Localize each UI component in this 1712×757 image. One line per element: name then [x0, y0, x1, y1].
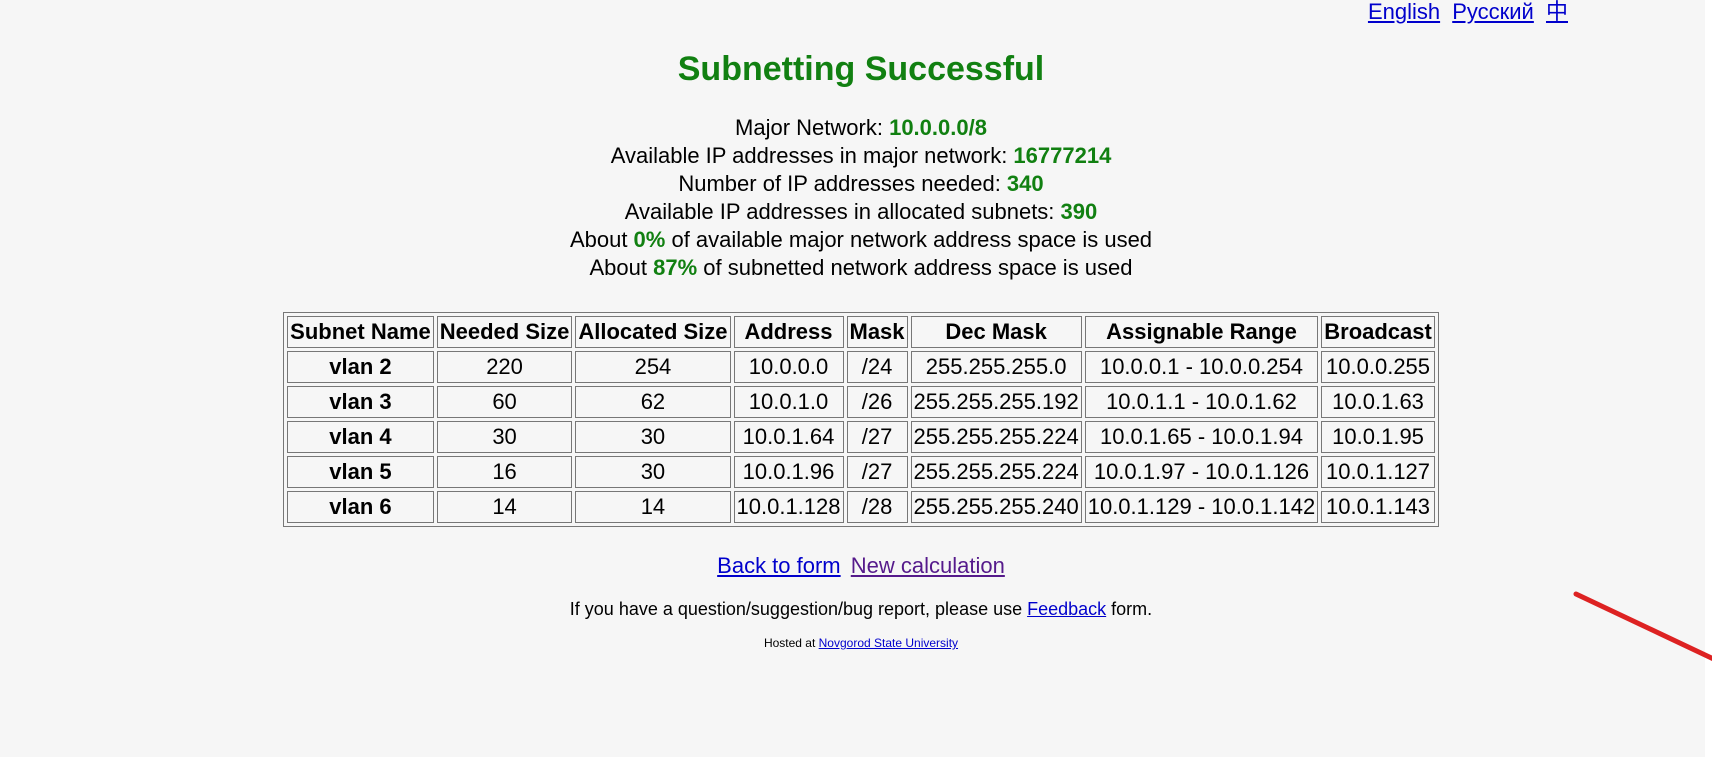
major-used-line: About 0% of available major network addr…	[0, 226, 1712, 254]
red-arrow-annotation	[1573, 591, 1712, 661]
available-allocated-value: 390	[1060, 199, 1098, 224]
subnetted-used-value: 87%	[653, 255, 698, 280]
subnetted-used-line: About 87% of subnetted network address s…	[0, 254, 1712, 282]
summary-stats: Major Network: 10.0.0.0/8 Available IP a…	[0, 114, 1712, 282]
cell-address: 10.0.1.96	[733, 456, 844, 488]
cell-allocated-size: 62	[575, 386, 731, 418]
cell-subnet-name: vlan 2	[287, 351, 434, 383]
cell-assignable-range: 10.0.1.65 - 10.0.1.94	[1084, 421, 1319, 453]
cell-subnet-name: vlan 4	[287, 421, 434, 453]
header-dec-mask: Dec Mask	[910, 316, 1082, 348]
cell-dec-mask: 255.255.255.0	[910, 351, 1082, 383]
feedback-link[interactable]: Feedback	[1027, 599, 1106, 619]
cell-broadcast: 10.0.1.95	[1321, 421, 1435, 453]
feedback-line: If you have a question/suggestion/bug re…	[0, 599, 1712, 620]
table-row: vlan 2 220 254 10.0.0.0 /24 255.255.255.…	[287, 351, 1435, 383]
header-broadcast: Broadcast	[1321, 316, 1435, 348]
header-mask: Mask	[846, 316, 908, 348]
cell-allocated-size: 14	[575, 491, 731, 523]
main-content: Subnetting Successful Major Network: 10.…	[0, 0, 1712, 650]
cell-mask: /28	[846, 491, 908, 523]
major-used-value: 0%	[633, 227, 666, 252]
cell-assignable-range: 10.0.0.1 - 10.0.0.254	[1084, 351, 1319, 383]
page: English Русский 中 Subnetting Successful …	[0, 0, 1712, 757]
new-calculation-link[interactable]: New calculation	[851, 553, 1005, 578]
available-allocated-line: Available IP addresses in allocated subn…	[0, 198, 1712, 226]
available-allocated-label: Available IP addresses in allocated subn…	[624, 199, 1061, 224]
needed-line: Number of IP addresses needed: 340	[0, 170, 1712, 198]
cell-mask: /26	[846, 386, 908, 418]
major-network-line: Major Network: 10.0.0.0/8	[0, 114, 1712, 142]
cell-needed-size: 16	[436, 456, 573, 488]
cell-assignable-range: 10.0.1.97 - 10.0.1.126	[1084, 456, 1319, 488]
header-address: Address	[733, 316, 844, 348]
cell-needed-size: 30	[436, 421, 573, 453]
cell-broadcast: 10.0.1.127	[1321, 456, 1435, 488]
cell-broadcast: 10.0.1.143	[1321, 491, 1435, 523]
subnetted-used-suffix: of subnetted network address space is us…	[697, 255, 1133, 280]
table-row: vlan 4 30 30 10.0.1.64 /27 255.255.255.2…	[287, 421, 1435, 453]
cell-subnet-name: vlan 3	[287, 386, 434, 418]
cell-broadcast: 10.0.0.255	[1321, 351, 1435, 383]
cell-broadcast: 10.0.1.63	[1321, 386, 1435, 418]
cell-dec-mask: 255.255.255.192	[910, 386, 1082, 418]
subnetted-used-prefix: About	[589, 255, 654, 280]
cell-dec-mask: 255.255.255.224	[910, 421, 1082, 453]
page-title: Subnetting Successful	[677, 50, 1045, 88]
cell-allocated-size: 254	[575, 351, 731, 383]
cell-address: 10.0.1.0	[733, 386, 844, 418]
header-subnet-name: Subnet Name	[287, 316, 434, 348]
available-major-line: Available IP addresses in major network:…	[0, 142, 1712, 170]
available-major-label: Available IP addresses in major network:	[610, 143, 1014, 168]
cell-address: 10.0.1.64	[733, 421, 844, 453]
cell-assignable-range: 10.0.1.1 - 10.0.1.62	[1084, 386, 1319, 418]
cell-allocated-size: 30	[575, 456, 731, 488]
table-header-row: Subnet Name Needed Size Allocated Size A…	[287, 316, 1435, 348]
table-row: vlan 3 60 62 10.0.1.0 /26 255.255.255.19…	[287, 386, 1435, 418]
major-used-suffix: of available major network address space…	[665, 227, 1153, 252]
feedback-suffix: form.	[1106, 599, 1153, 619]
header-allocated-size: Allocated Size	[575, 316, 731, 348]
header-needed-size: Needed Size	[436, 316, 573, 348]
cell-needed-size: 220	[436, 351, 573, 383]
table-row: vlan 5 16 30 10.0.1.96 /27 255.255.255.2…	[287, 456, 1435, 488]
cell-subnet-name: vlan 6	[287, 491, 434, 523]
cell-mask: /24	[846, 351, 908, 383]
cell-needed-size: 14	[436, 491, 573, 523]
table-row: vlan 6 14 14 10.0.1.128 /28 255.255.255.…	[287, 491, 1435, 523]
cell-dec-mask: 255.255.255.224	[910, 456, 1082, 488]
needed-value: 340	[1006, 171, 1044, 196]
hosted-link[interactable]: Novgorod State University	[819, 636, 958, 650]
feedback-prefix: If you have a question/suggestion/bug re…	[569, 599, 1028, 619]
header-assignable-range: Assignable Range	[1084, 316, 1319, 348]
major-network-value: 10.0.0.0/8	[889, 115, 987, 140]
subnet-table: Subnet Name Needed Size Allocated Size A…	[283, 312, 1439, 527]
back-to-form-link[interactable]: Back to form	[717, 553, 840, 578]
hosted-prefix: Hosted at	[763, 636, 819, 650]
cell-assignable-range: 10.0.1.129 - 10.0.1.142	[1084, 491, 1319, 523]
cell-address: 10.0.1.128	[733, 491, 844, 523]
major-network-label: Major Network:	[735, 115, 890, 140]
nav-links: Back to form New calculation	[0, 553, 1712, 579]
needed-label: Number of IP addresses needed:	[678, 171, 1007, 196]
hosted-line: Hosted at Novgorod State University	[0, 636, 1712, 650]
available-major-value: 16777214	[1013, 143, 1112, 168]
cell-address: 10.0.0.0	[733, 351, 844, 383]
cell-needed-size: 60	[436, 386, 573, 418]
cell-subnet-name: vlan 5	[287, 456, 434, 488]
cell-mask: /27	[846, 456, 908, 488]
major-used-prefix: About	[569, 227, 634, 252]
cell-dec-mask: 255.255.255.240	[910, 491, 1082, 523]
cell-mask: /27	[846, 421, 908, 453]
cell-allocated-size: 30	[575, 421, 731, 453]
